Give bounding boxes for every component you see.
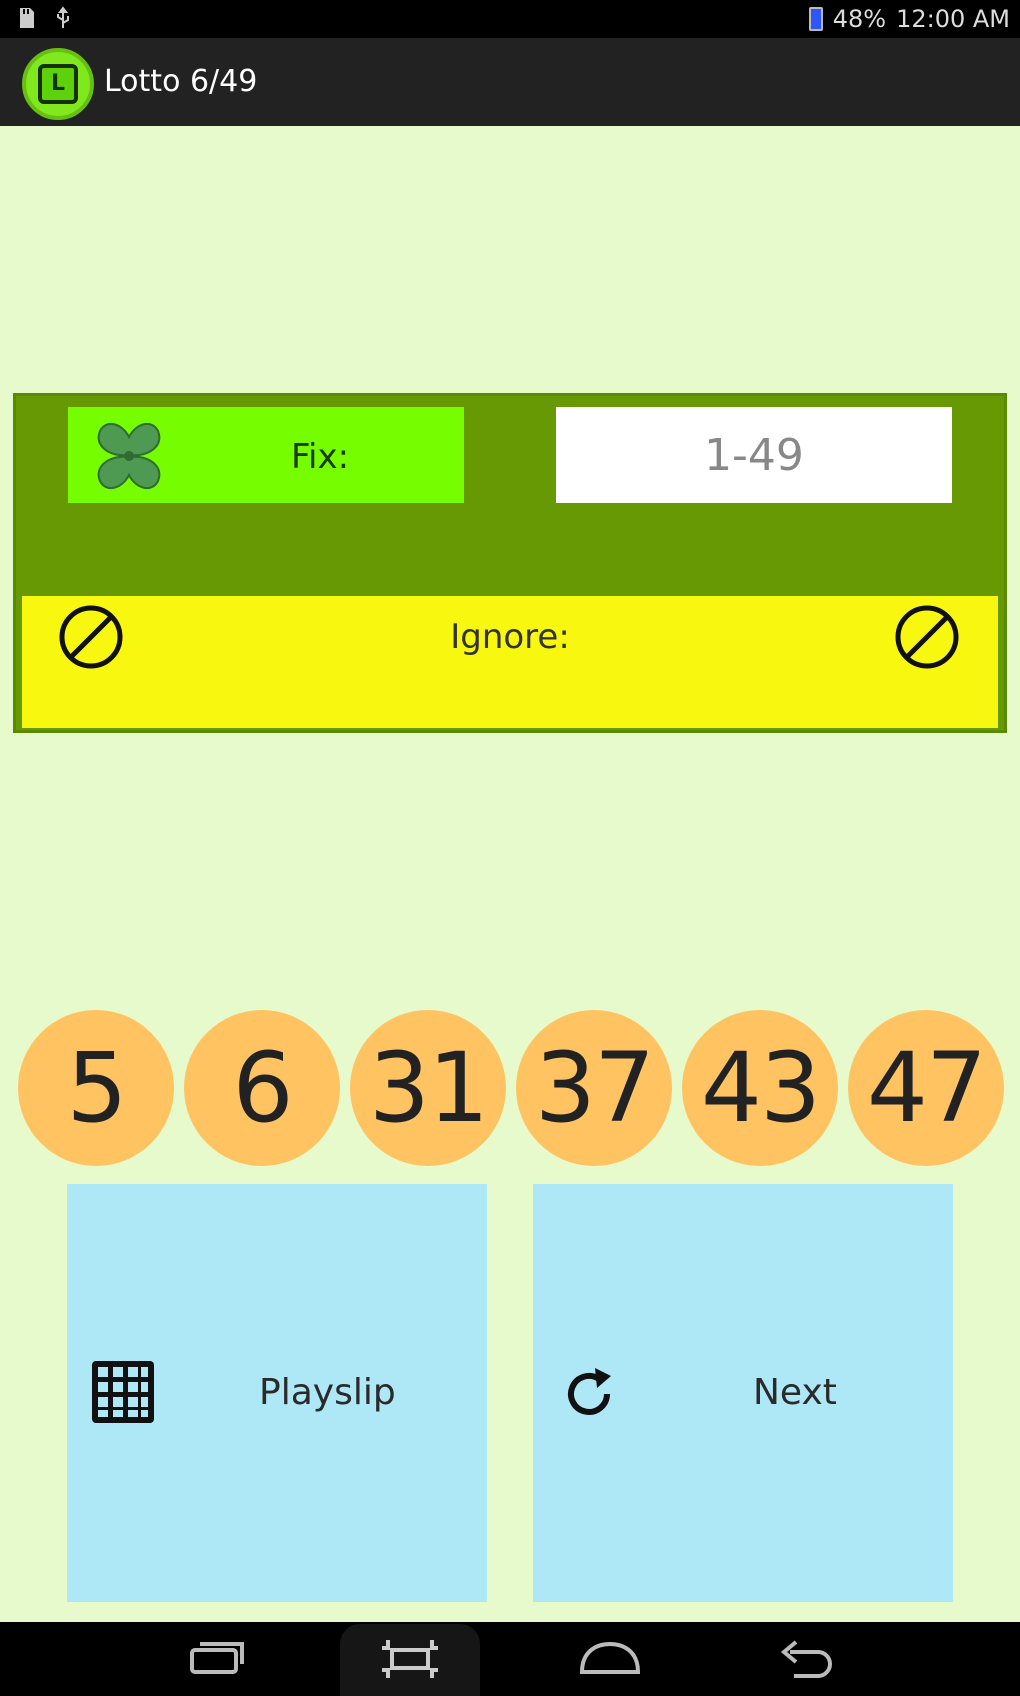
fix-label: Fix: — [290, 437, 350, 477]
number-ball: 31 — [350, 1010, 506, 1166]
block-icon-right[interactable] — [894, 604, 960, 670]
fix-range-input[interactable] — [556, 407, 952, 503]
screenshot-icon[interactable] — [378, 1636, 442, 1682]
back-icon[interactable] — [774, 1636, 838, 1682]
battery-icon — [808, 7, 823, 31]
clock: 12:00 AM — [896, 5, 1010, 33]
battery-percent: 48% — [832, 5, 887, 33]
number-ball: 37 — [516, 1010, 672, 1166]
app-logo-icon[interactable]: L — [22, 48, 94, 120]
status-indicators: 48% 12:00 AM — [808, 4, 1010, 34]
recent-apps-icon[interactable] — [186, 1636, 250, 1682]
playslip-label: Playslip — [259, 1372, 396, 1413]
home-icon[interactable] — [576, 1636, 644, 1682]
playslip-button[interactable]: Playslip — [67, 1184, 487, 1602]
refresh-icon — [559, 1364, 619, 1424]
number-ball: 43 — [682, 1010, 838, 1166]
app-logo-glyph: L — [38, 64, 78, 104]
ignore-label: Ignore: — [450, 617, 570, 657]
next-label: Next — [753, 1372, 837, 1413]
navigation-bar — [0, 1622, 1020, 1696]
four-leaf-clover-icon — [88, 415, 170, 497]
next-button[interactable]: Next — [533, 1184, 953, 1602]
number-ball: 6 — [184, 1010, 340, 1166]
status-bar: 48% 12:00 AM — [0, 0, 1020, 38]
app-title: Lotto 6/49 — [104, 64, 258, 99]
number-ball: 47 — [848, 1010, 1004, 1166]
number-ball: 5 — [18, 1010, 174, 1166]
block-icon-left[interactable] — [58, 604, 124, 670]
action-bar: L Lotto 6/49 — [0, 38, 1020, 126]
sd-card-icon — [16, 6, 38, 30]
grid-icon — [89, 1358, 157, 1426]
usb-icon — [52, 6, 74, 30]
